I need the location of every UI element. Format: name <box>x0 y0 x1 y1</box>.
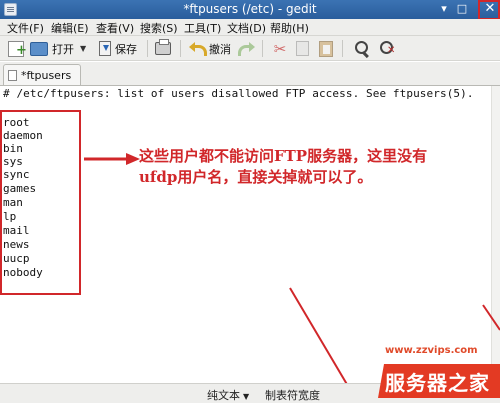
undo-label: 撤消 <box>209 42 231 56</box>
menu-edit[interactable]: 编辑(E) <box>51 20 89 36</box>
comment-line: # /etc/ftpusers: list of users disallowe… <box>3 87 474 100</box>
language-mode-label: 纯文本 <box>207 389 240 402</box>
users-highlight-box <box>0 110 81 295</box>
menu-help[interactable]: 帮助(H) <box>270 20 309 36</box>
tab-bar: *ftpusers <box>0 62 500 85</box>
toolbar-separator <box>147 40 148 57</box>
menu-search[interactable]: 搜索(S) <box>140 20 178 36</box>
find-replace-button[interactable] <box>380 39 396 58</box>
close-button-highlight <box>478 0 500 20</box>
copy-icon <box>296 41 309 56</box>
toolbar-separator <box>180 40 181 57</box>
annotation-arrow-icon <box>84 153 140 165</box>
minimize-button[interactable]: ▾ <box>437 2 451 16</box>
menu-bar: 文件(F) 编辑(E) 查看(V) 搜索(S) 工具(T) 文档(D) 帮助(H… <box>0 19 500 36</box>
chevron-down-icon: ▼ <box>243 392 250 401</box>
toolbar-separator <box>262 40 263 57</box>
paste-icon <box>319 40 333 57</box>
language-mode-selector[interactable]: 纯文本 ▼ <box>207 387 249 403</box>
save-icon <box>99 41 111 56</box>
undo-button[interactable]: 撤消 <box>189 39 231 58</box>
maximize-button[interactable]: □ <box>455 2 469 16</box>
new-document-icon <box>8 40 27 57</box>
menu-view[interactable]: 查看(V) <box>96 20 134 36</box>
watermark-brand: 服务器之家 <box>385 371 490 395</box>
folder-open-icon <box>30 41 48 56</box>
menu-tools[interactable]: 工具(T) <box>184 20 221 36</box>
redo-icon <box>238 41 255 56</box>
print-icon <box>155 39 171 55</box>
paste-button[interactable] <box>319 39 333 58</box>
toolbar: 打开 ▼ 保存 撤消 ✂ <box>0 36 500 61</box>
menu-documents[interactable]: 文档(D) <box>227 20 266 36</box>
window-title: *ftpusers (/etc) - gedit <box>183 2 317 16</box>
toolbar-separator <box>342 40 343 57</box>
watermark-url: www.zzvips.com <box>385 345 478 356</box>
vertical-scrollbar[interactable] <box>491 86 500 384</box>
tab-width-label: 制表符宽度 <box>265 389 320 402</box>
title-bar: *ftpusers (/etc) - gedit ▾ □ ✕ <box>0 0 500 19</box>
tab-ftpusers[interactable]: *ftpusers <box>3 64 81 85</box>
text-editor[interactable]: # /etc/ftpusers: list of users disallowe… <box>0 85 500 384</box>
document-icon <box>8 69 17 81</box>
copy-button[interactable] <box>296 39 309 58</box>
open-label: 打开 <box>52 42 74 56</box>
new-button[interactable] <box>8 39 27 58</box>
save-label: 保存 <box>115 42 137 56</box>
open-button[interactable]: 打开 ▼ <box>30 39 86 58</box>
open-recent-dropdown-icon[interactable]: ▼ <box>80 44 86 53</box>
tab-label: *ftpusers <box>21 68 72 82</box>
print-button[interactable] <box>155 39 171 58</box>
scissors-icon: ✂ <box>273 39 287 58</box>
find-button[interactable] <box>355 39 371 58</box>
cut-button[interactable]: ✂ <box>272 39 288 58</box>
redo-button[interactable] <box>238 39 255 58</box>
find-replace-icon <box>380 40 396 57</box>
menu-file[interactable]: 文件(F) <box>7 20 44 36</box>
save-button[interactable]: 保存 <box>99 39 137 58</box>
tab-width-selector[interactable]: 制表符宽度 <box>265 387 320 403</box>
undo-icon <box>189 41 207 56</box>
search-icon <box>355 40 371 57</box>
annotation-text: 这些用户都不能访问FTP服务器，这里没有ufdp用户名，直接关掉就可以了。 <box>139 147 428 186</box>
